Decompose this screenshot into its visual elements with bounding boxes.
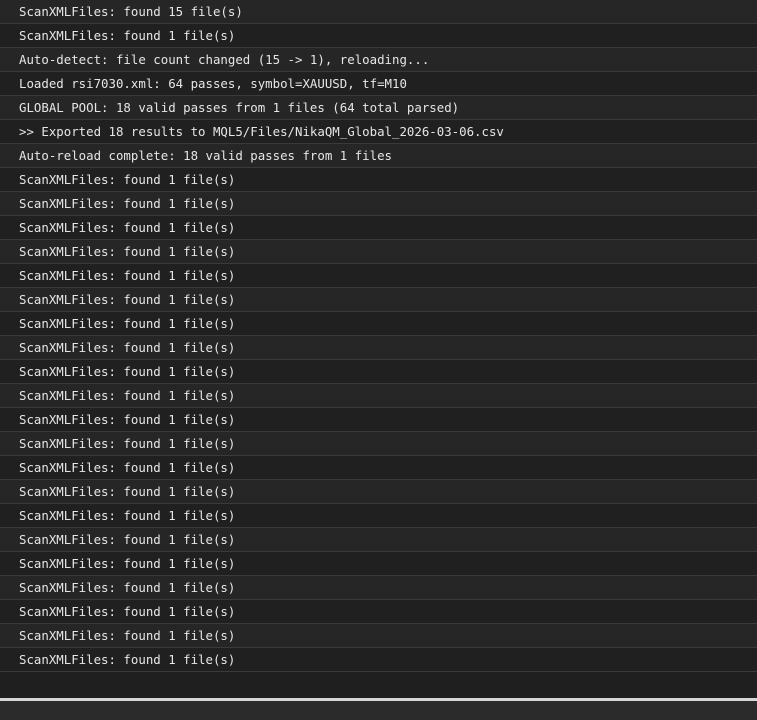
log-entry[interactable]: GLOBAL POOL: 18 valid passes from 1 file… — [0, 96, 757, 120]
log-entry[interactable]: ScanXMLFiles: found 1 file(s) — [0, 312, 757, 336]
log-entry[interactable]: >> Exported 18 results to MQL5/Files/Nik… — [0, 120, 757, 144]
log-entry[interactable]: ScanXMLFiles: found 15 file(s) — [0, 0, 757, 24]
log-entry[interactable]: ScanXMLFiles: found 1 file(s) — [0, 408, 757, 432]
log-entry[interactable]: ScanXMLFiles: found 1 file(s) — [0, 24, 757, 48]
log-entry[interactable]: ScanXMLFiles: found 1 file(s) — [0, 216, 757, 240]
log-entry[interactable]: ScanXMLFiles: found 1 file(s) — [0, 336, 757, 360]
log-entry[interactable]: ScanXMLFiles: found 1 file(s) — [0, 600, 757, 624]
status-strip — [0, 701, 757, 720]
log-panel[interactable]: ScanXMLFiles: found 15 file(s) ScanXMLFil… — [0, 0, 757, 720]
log-entry[interactable]: ScanXMLFiles: found 1 file(s) — [0, 648, 757, 672]
log-entry[interactable]: ScanXMLFiles: found 1 file(s) — [0, 528, 757, 552]
log-entry[interactable]: Auto-reload complete: 18 valid passes fr… — [0, 144, 757, 168]
log-entry[interactable]: ScanXMLFiles: found 1 file(s) — [0, 504, 757, 528]
log-entry[interactable]: ScanXMLFiles: found 1 file(s) — [0, 168, 757, 192]
log-entry[interactable]: Loaded rsi7030.xml: 64 passes, symbol=XA… — [0, 72, 757, 96]
log-entry[interactable]: ScanXMLFiles: found 1 file(s) — [0, 552, 757, 576]
log-list[interactable]: ScanXMLFiles: found 15 file(s) ScanXMLFil… — [0, 0, 757, 672]
log-entry[interactable]: ScanXMLFiles: found 1 file(s) — [0, 240, 757, 264]
log-entry[interactable]: ScanXMLFiles: found 1 file(s) — [0, 192, 757, 216]
log-entry[interactable]: ScanXMLFiles: found 1 file(s) — [0, 624, 757, 648]
log-entry[interactable]: Auto-detect: file count changed (15 -> 1… — [0, 48, 757, 72]
log-entry[interactable]: ScanXMLFiles: found 1 file(s) — [0, 264, 757, 288]
log-entry[interactable]: ScanXMLFiles: found 1 file(s) — [0, 480, 757, 504]
log-entry[interactable]: ScanXMLFiles: found 1 file(s) — [0, 576, 757, 600]
log-entry[interactable]: ScanXMLFiles: found 1 file(s) — [0, 456, 757, 480]
log-entry[interactable]: ScanXMLFiles: found 1 file(s) — [0, 288, 757, 312]
log-entry[interactable]: ScanXMLFiles: found 1 file(s) — [0, 432, 757, 456]
log-entry[interactable]: ScanXMLFiles: found 1 file(s) — [0, 360, 757, 384]
log-entry[interactable]: ScanXMLFiles: found 1 file(s) — [0, 384, 757, 408]
